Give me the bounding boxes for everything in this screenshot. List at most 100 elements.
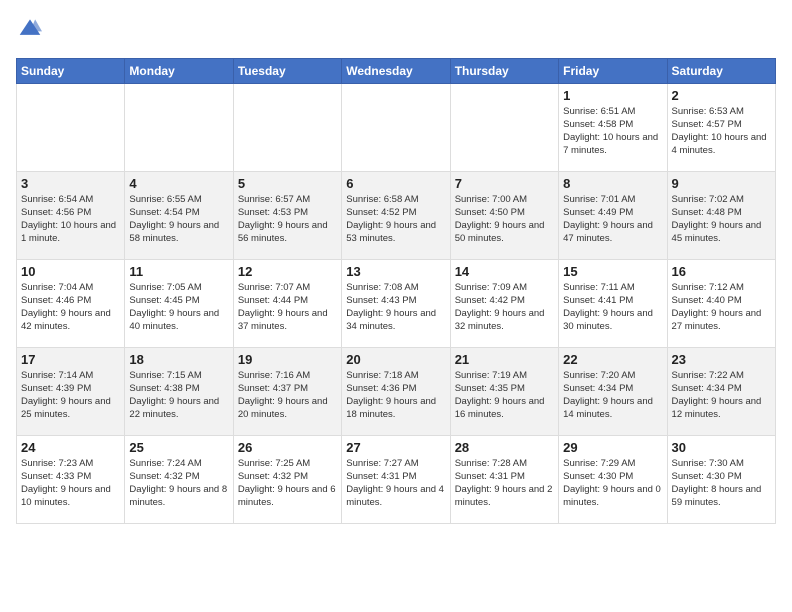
day-cell: 16 Sunrise: 7:12 AM Sunset: 4:40 PM Dayli… xyxy=(667,259,775,347)
day-cell: 15Sunrise: 7:11 AM Sunset: 4:41 PM Dayli… xyxy=(559,259,667,347)
day-cell: 21 Sunrise: 7:19 AM Sunset: 4:35 PM Dayli… xyxy=(450,347,558,435)
day-info: Sunrise: 7:19 AM Sunset: 4:35 PM Dayligh… xyxy=(455,369,554,422)
day-cell: 11Sunrise: 7:05 AM Sunset: 4:45 PM Dayli… xyxy=(125,259,233,347)
day-cell: 9 Sunrise: 7:02 AM Sunset: 4:48 PM Daylig… xyxy=(667,171,775,259)
day-info: Sunrise: 6:55 AM Sunset: 4:54 PM Dayligh… xyxy=(129,193,228,246)
calendar-table: SundayMondayTuesdayWednesdayThursdayFrid… xyxy=(16,58,776,524)
day-cell: 1Sunrise: 6:51 AM Sunset: 4:58 PM Daylig… xyxy=(559,83,667,171)
day-number: 2 xyxy=(672,88,771,103)
day-number: 4 xyxy=(129,176,228,191)
week-row-4: 24 Sunrise: 7:23 AM Sunset: 4:33 PM Dayli… xyxy=(17,435,776,523)
day-number: 19 xyxy=(238,352,337,367)
day-info: Sunrise: 7:02 AM Sunset: 4:48 PM Dayligh… xyxy=(672,193,771,246)
day-info: Sunrise: 7:22 AM Sunset: 4:34 PM Dayligh… xyxy=(672,369,771,422)
week-row-2: 10 Sunrise: 7:04 AM Sunset: 4:46 PM Dayli… xyxy=(17,259,776,347)
day-cell xyxy=(17,83,125,171)
day-cell: 12 Sunrise: 7:07 AM Sunset: 4:44 PM Dayli… xyxy=(233,259,341,347)
day-cell xyxy=(450,83,558,171)
day-number: 18 xyxy=(129,352,228,367)
day-number: 10 xyxy=(21,264,120,279)
week-row-0: 1Sunrise: 6:51 AM Sunset: 4:58 PM Daylig… xyxy=(17,83,776,171)
day-info: Sunrise: 7:01 AM Sunset: 4:49 PM Dayligh… xyxy=(563,193,662,246)
day-cell xyxy=(125,83,233,171)
week-row-3: 17Sunrise: 7:14 AM Sunset: 4:39 PM Dayli… xyxy=(17,347,776,435)
day-info: Sunrise: 7:23 AM Sunset: 4:33 PM Dayligh… xyxy=(21,457,120,510)
day-info: Sunrise: 7:04 AM Sunset: 4:46 PM Dayligh… xyxy=(21,281,120,334)
day-cell: 23 Sunrise: 7:22 AM Sunset: 4:34 PM Dayli… xyxy=(667,347,775,435)
day-info: Sunrise: 7:16 AM Sunset: 4:37 PM Dayligh… xyxy=(238,369,337,422)
weekday-header-monday: Monday xyxy=(125,58,233,83)
day-info: Sunrise: 7:30 AM Sunset: 4:30 PM Dayligh… xyxy=(672,457,771,510)
day-cell: 29 Sunrise: 7:29 AM Sunset: 4:30 PM Dayli… xyxy=(559,435,667,523)
day-cell: 22 Sunrise: 7:20 AM Sunset: 4:34 PM Dayli… xyxy=(559,347,667,435)
weekday-header-thursday: Thursday xyxy=(450,58,558,83)
day-cell: 28 Sunrise: 7:28 AM Sunset: 4:31 PM Dayli… xyxy=(450,435,558,523)
day-info: Sunrise: 7:24 AM Sunset: 4:32 PM Dayligh… xyxy=(129,457,228,510)
day-number: 5 xyxy=(238,176,337,191)
day-cell: 6 Sunrise: 6:58 AM Sunset: 4:52 PM Daylig… xyxy=(342,171,450,259)
day-number: 12 xyxy=(238,264,337,279)
day-number: 28 xyxy=(455,440,554,455)
logo xyxy=(16,16,42,46)
page-container: SundayMondayTuesdayWednesdayThursdayFrid… xyxy=(0,0,792,532)
day-number: 3 xyxy=(21,176,120,191)
day-number: 23 xyxy=(672,352,771,367)
day-info: Sunrise: 7:11 AM Sunset: 4:41 PM Dayligh… xyxy=(563,281,662,334)
weekday-header-tuesday: Tuesday xyxy=(233,58,341,83)
calendar-header: SundayMondayTuesdayWednesdayThursdayFrid… xyxy=(17,58,776,83)
day-info: Sunrise: 7:14 AM Sunset: 4:39 PM Dayligh… xyxy=(21,369,120,422)
day-info: Sunrise: 6:53 AM Sunset: 4:57 PM Dayligh… xyxy=(672,105,771,158)
day-info: Sunrise: 6:51 AM Sunset: 4:58 PM Dayligh… xyxy=(563,105,662,158)
day-number: 13 xyxy=(346,264,445,279)
day-cell xyxy=(233,83,341,171)
day-info: Sunrise: 7:28 AM Sunset: 4:31 PM Dayligh… xyxy=(455,457,554,510)
day-cell: 8 Sunrise: 7:01 AM Sunset: 4:49 PM Daylig… xyxy=(559,171,667,259)
day-cell: 7Sunrise: 7:00 AM Sunset: 4:50 PM Daylig… xyxy=(450,171,558,259)
day-info: Sunrise: 6:58 AM Sunset: 4:52 PM Dayligh… xyxy=(346,193,445,246)
day-info: Sunrise: 7:27 AM Sunset: 4:31 PM Dayligh… xyxy=(346,457,445,510)
day-cell: 25 Sunrise: 7:24 AM Sunset: 4:32 PM Dayli… xyxy=(125,435,233,523)
weekday-header-friday: Friday xyxy=(559,58,667,83)
page-header xyxy=(16,16,776,46)
day-cell: 2 Sunrise: 6:53 AM Sunset: 4:57 PM Daylig… xyxy=(667,83,775,171)
day-number: 16 xyxy=(672,264,771,279)
weekday-header-saturday: Saturday xyxy=(667,58,775,83)
day-info: Sunrise: 7:07 AM Sunset: 4:44 PM Dayligh… xyxy=(238,281,337,334)
day-info: Sunrise: 7:08 AM Sunset: 4:43 PM Dayligh… xyxy=(346,281,445,334)
day-cell: 10 Sunrise: 7:04 AM Sunset: 4:46 PM Dayli… xyxy=(17,259,125,347)
day-number: 30 xyxy=(672,440,771,455)
day-cell: 5 Sunrise: 6:57 AM Sunset: 4:53 PM Daylig… xyxy=(233,171,341,259)
day-number: 27 xyxy=(346,440,445,455)
day-number: 14 xyxy=(455,264,554,279)
day-info: Sunrise: 7:20 AM Sunset: 4:34 PM Dayligh… xyxy=(563,369,662,422)
day-number: 8 xyxy=(563,176,662,191)
day-number: 22 xyxy=(563,352,662,367)
day-cell: 30 Sunrise: 7:30 AM Sunset: 4:30 PM Dayli… xyxy=(667,435,775,523)
day-number: 24 xyxy=(21,440,120,455)
day-info: Sunrise: 7:09 AM Sunset: 4:42 PM Dayligh… xyxy=(455,281,554,334)
day-number: 21 xyxy=(455,352,554,367)
logo-icon xyxy=(18,16,42,40)
calendar-body: 1Sunrise: 6:51 AM Sunset: 4:58 PM Daylig… xyxy=(17,83,776,523)
day-cell: 26Sunrise: 7:25 AM Sunset: 4:32 PM Dayli… xyxy=(233,435,341,523)
day-info: Sunrise: 7:18 AM Sunset: 4:36 PM Dayligh… xyxy=(346,369,445,422)
day-number: 20 xyxy=(346,352,445,367)
day-info: Sunrise: 7:05 AM Sunset: 4:45 PM Dayligh… xyxy=(129,281,228,334)
day-info: Sunrise: 7:29 AM Sunset: 4:30 PM Dayligh… xyxy=(563,457,662,510)
day-cell: 20 Sunrise: 7:18 AM Sunset: 4:36 PM Dayli… xyxy=(342,347,450,435)
day-cell: 3Sunrise: 6:54 AM Sunset: 4:56 PM Daylig… xyxy=(17,171,125,259)
day-cell: 14 Sunrise: 7:09 AM Sunset: 4:42 PM Dayli… xyxy=(450,259,558,347)
day-cell xyxy=(342,83,450,171)
weekday-header-wednesday: Wednesday xyxy=(342,58,450,83)
day-cell: 19 Sunrise: 7:16 AM Sunset: 4:37 PM Dayli… xyxy=(233,347,341,435)
weekday-row: SundayMondayTuesdayWednesdayThursdayFrid… xyxy=(17,58,776,83)
day-info: Sunrise: 7:12 AM Sunset: 4:40 PM Dayligh… xyxy=(672,281,771,334)
day-number: 25 xyxy=(129,440,228,455)
day-cell: 24 Sunrise: 7:23 AM Sunset: 4:33 PM Dayli… xyxy=(17,435,125,523)
day-number: 29 xyxy=(563,440,662,455)
day-info: Sunrise: 6:57 AM Sunset: 4:53 PM Dayligh… xyxy=(238,193,337,246)
day-number: 9 xyxy=(672,176,771,191)
day-number: 6 xyxy=(346,176,445,191)
day-info: Sunrise: 7:25 AM Sunset: 4:32 PM Dayligh… xyxy=(238,457,337,510)
day-number: 7 xyxy=(455,176,554,191)
